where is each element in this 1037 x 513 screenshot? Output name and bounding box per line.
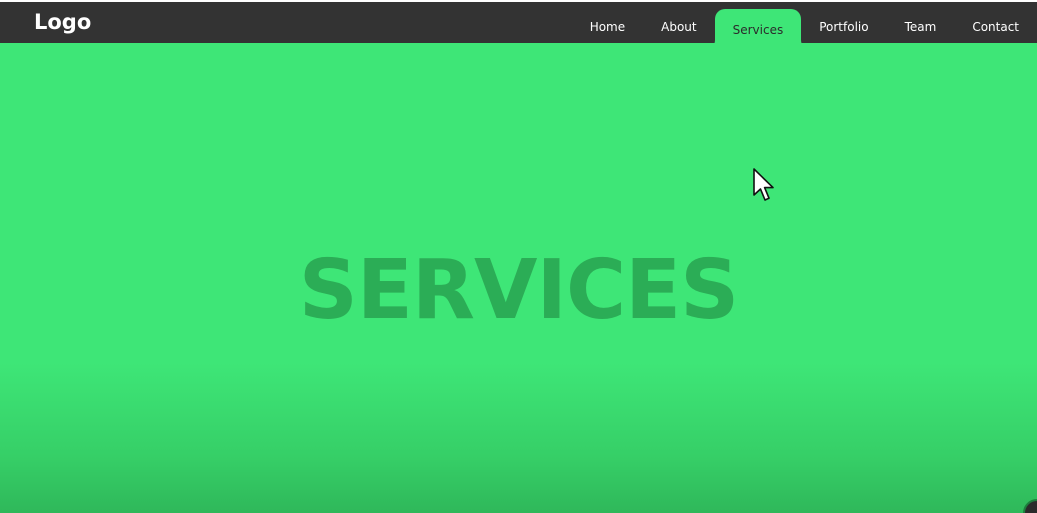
nav-item-portfolio[interactable]: Portfolio [801, 2, 886, 43]
nav-item-label: Contact [972, 19, 1019, 34]
hero-section: SERVICES [0, 43, 1037, 513]
mouse-pointer-icon [753, 168, 774, 201]
nav-item-label: Portfolio [819, 19, 869, 34]
nav-item-about[interactable]: About [643, 2, 714, 43]
logo[interactable]: Logo [34, 9, 91, 35]
main-nav: Home About Services Portfolio Team Conta… [572, 2, 1037, 50]
page: Logo Home About Services Portfolio Team … [0, 0, 1037, 513]
nav-item-team[interactable]: Team [887, 2, 955, 43]
nav-item-label: Home [589, 19, 626, 34]
navbar: Logo Home About Services Portfolio Team … [0, 2, 1037, 50]
hero-title: SERVICES [298, 243, 739, 338]
nav-item-label: About [661, 19, 697, 34]
nav-item-label: Services [732, 23, 784, 37]
nav-item-label: Team [904, 19, 937, 34]
nav-item-contact[interactable]: Contact [954, 2, 1037, 43]
nav-item-home[interactable]: Home [572, 2, 643, 43]
